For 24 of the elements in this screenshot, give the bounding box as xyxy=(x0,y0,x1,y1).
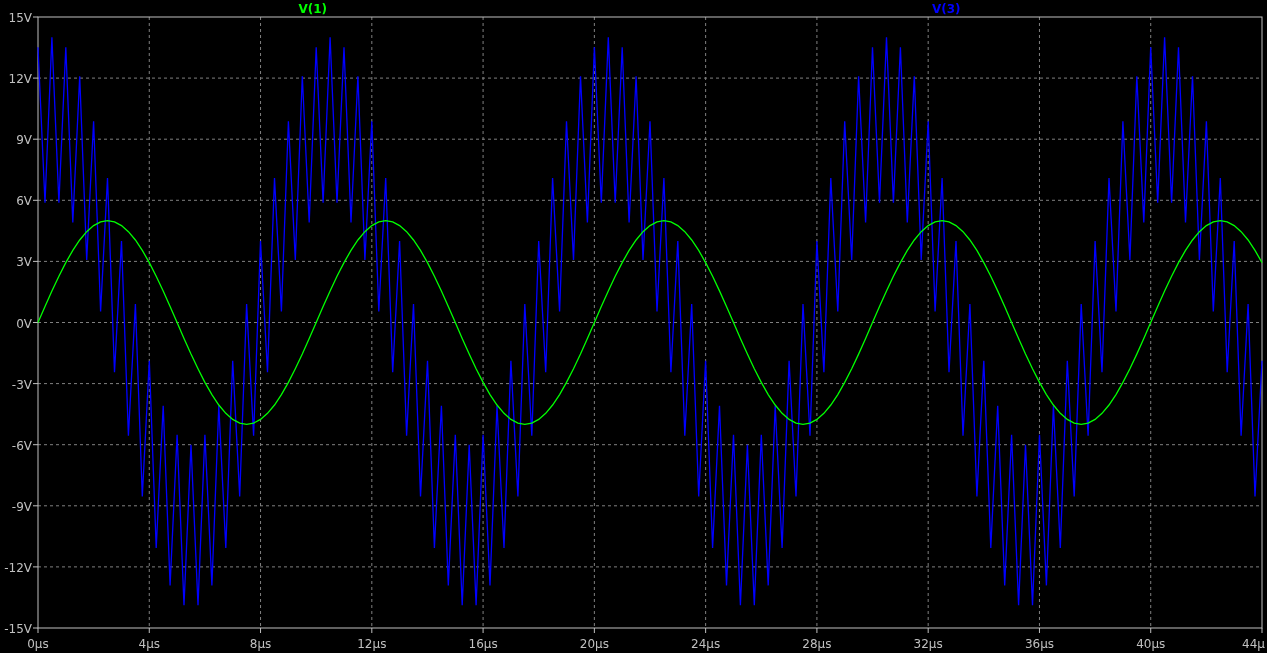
axis-tick-label: -3V xyxy=(11,377,32,392)
axis-tick-label: 0µs xyxy=(27,637,49,651)
axis-tick-label: 8µs xyxy=(249,637,272,651)
axis-tick-label: 12V xyxy=(8,72,32,87)
axis-tick-label: 3V xyxy=(16,255,32,270)
axis-tick-label: 4µs xyxy=(138,637,161,651)
trace-label[interactable]: V(1) xyxy=(298,2,328,16)
axis-tick-label: -9V xyxy=(11,499,32,514)
axis-tick-label: 0V xyxy=(16,316,32,331)
axis-tick-label: 20µs xyxy=(579,637,609,651)
axis-tick-label: 9V xyxy=(16,133,32,148)
axis-tick-label: -6V xyxy=(11,438,32,453)
axis-tick-label: 16µs xyxy=(468,637,498,651)
axis-tick-label: 6V xyxy=(16,194,32,209)
axis-tick-label: 32µs xyxy=(913,637,943,651)
axis-tick-label: -15V xyxy=(4,622,32,636)
axis-tick-label: 28µs xyxy=(802,637,832,651)
axis-tick-label: 15V xyxy=(8,11,32,25)
axis-tick-label: 44µ xyxy=(1242,637,1265,651)
axis-tick-label: -12V xyxy=(4,560,32,575)
axis-tick-label: 36µs xyxy=(1024,637,1055,651)
axis-tick-label: 40µs xyxy=(1136,637,1166,651)
axis-tick-label: 12µs xyxy=(357,637,387,651)
axis-tick-label: 24µs xyxy=(691,637,721,651)
